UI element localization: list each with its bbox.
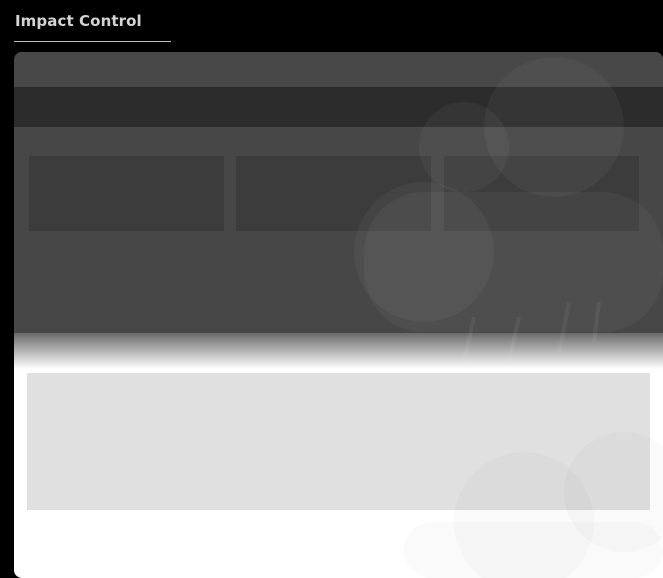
page-header: Impact Control [14,11,171,42]
panel-divider-shadow [14,333,663,369]
content-block [27,373,650,510]
summary-tile-2[interactable] [236,156,431,231]
summary-tile-3[interactable] [444,156,639,231]
panel-hero [14,52,663,333]
summary-tile-1[interactable] [29,156,224,231]
panel-toolbar [14,87,663,127]
panel-top-strip [14,52,663,87]
page-title: Impact Control [15,12,142,30]
main-panel [14,52,663,578]
